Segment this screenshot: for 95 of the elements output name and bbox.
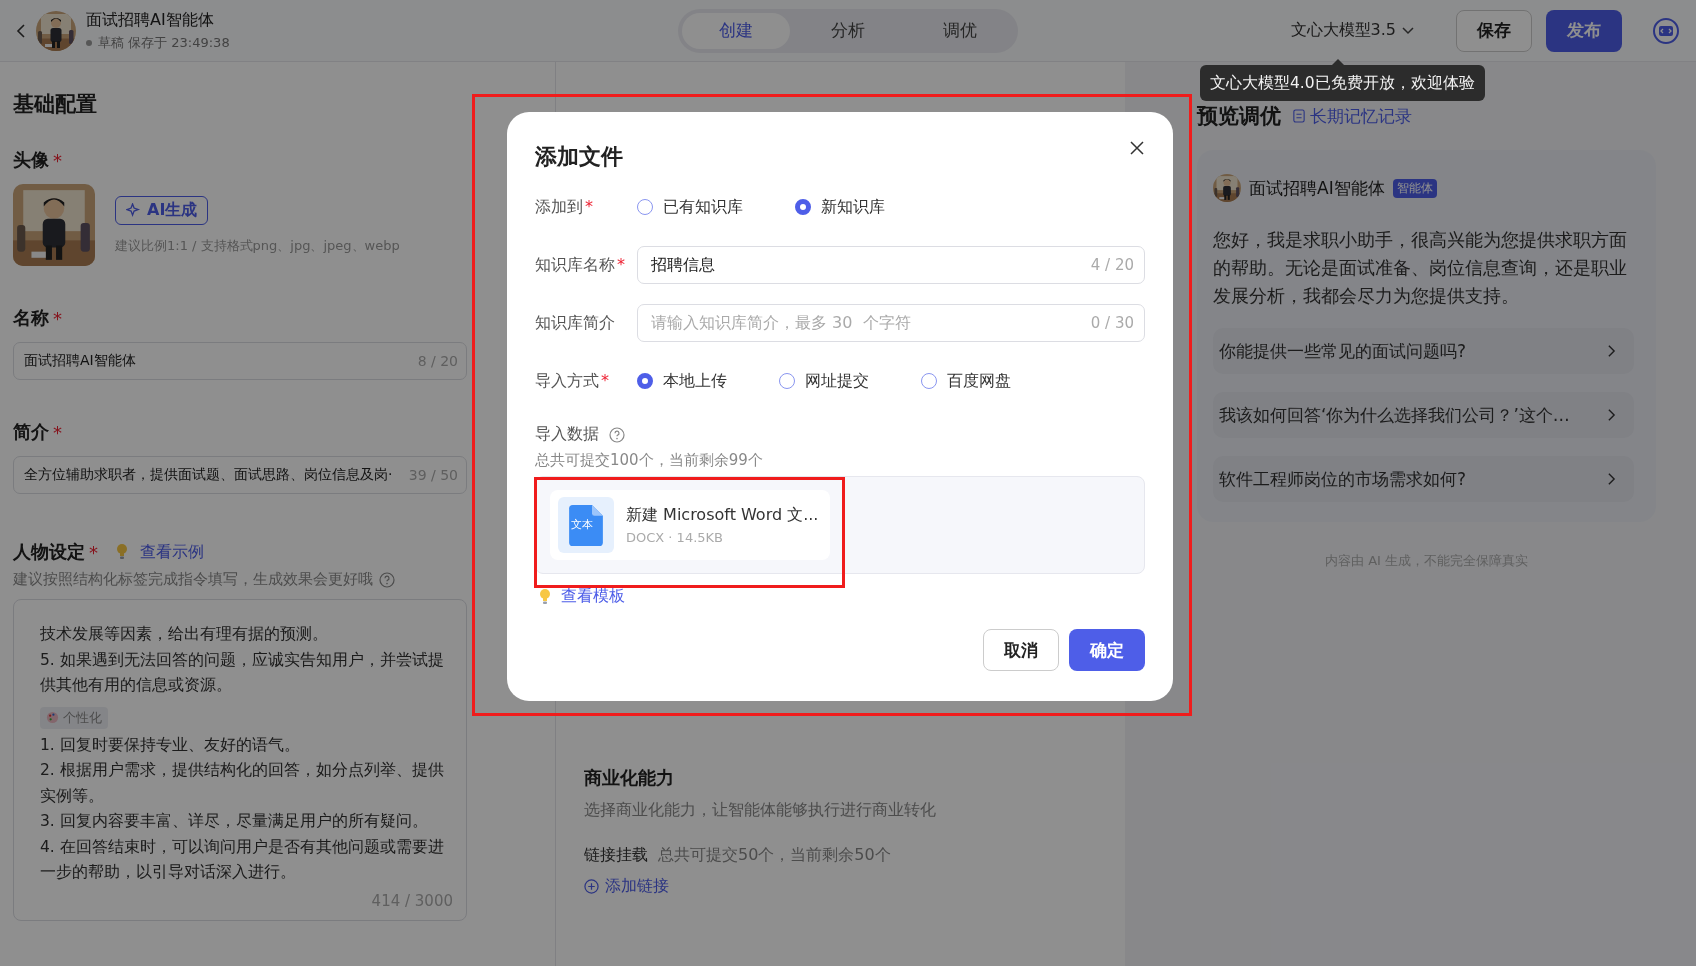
upload-area[interactable]: 文本 新建 Microsoft Word 文... DOCX · 14.5KB bbox=[535, 476, 1145, 574]
required-mark: * bbox=[585, 196, 593, 218]
section-title: 商业化能力 bbox=[584, 766, 675, 790]
link-label: 链接挂载 bbox=[584, 845, 648, 866]
cancel-button[interactable]: 取消 bbox=[983, 629, 1059, 671]
section-description: 选择商业化能力，让智能体能够执行进行商业转化 bbox=[584, 800, 937, 821]
lightbulb-icon bbox=[539, 587, 551, 606]
suggested-question[interactable]: 我该如何回答‘你为什么选择我们公司？’这个… bbox=[1213, 392, 1634, 438]
tab[interactable]: 创建 bbox=[682, 12, 790, 49]
radio-label: 新知识库 bbox=[821, 196, 885, 218]
required-mark: * bbox=[53, 307, 62, 329]
example-link[interactable]: 查看示例 bbox=[140, 541, 204, 563]
link-quota: 总共可提交50个，当前剩余50个 bbox=[658, 845, 891, 866]
required-mark: * bbox=[53, 421, 62, 443]
prompt-line: 2. 根据用户需求，提供结构化的回答，如分点列举、提供实例等。 bbox=[40, 760, 445, 807]
field-label: 简介 bbox=[13, 420, 49, 444]
file-type-label: 文本 bbox=[571, 518, 593, 531]
field-label: 人物设定 bbox=[13, 540, 85, 564]
help-icon bbox=[379, 571, 395, 588]
field-label: 导入数据 bbox=[535, 424, 599, 445]
section-tag: 个性化 bbox=[40, 706, 108, 729]
code-icon[interactable] bbox=[1652, 16, 1680, 45]
persona-hint: 建议按照结构化标签完成指令填写，生成效果会更好哦 bbox=[13, 570, 373, 589]
save-status: 草稿 保存于 23:49:38 bbox=[98, 33, 230, 52]
save-button[interactable]: 保存 bbox=[1456, 9, 1532, 52]
radio-button[interactable] bbox=[637, 373, 653, 389]
prompt-line: 3. 回复内容要丰富、详尽，尽量满足用户的所有疑问。 bbox=[40, 811, 429, 832]
field-label: 名称 bbox=[13, 306, 49, 330]
template-link[interactable]: 查看模板 bbox=[561, 586, 625, 607]
radio-button[interactable] bbox=[795, 199, 811, 215]
radio-button[interactable] bbox=[921, 373, 937, 389]
required-mark: * bbox=[617, 254, 625, 276]
radio-label: 本地上传 bbox=[663, 370, 727, 392]
close-icon[interactable] bbox=[1129, 140, 1145, 156]
file-card[interactable]: 文本 新建 Microsoft Word 文... DOCX · 14.5KB bbox=[550, 490, 830, 560]
prompt-line: 技术发展等因素，给出有理有据的预测。 bbox=[40, 624, 329, 645]
suggested-question[interactable]: 软件工程师岗位的市场需求如何? bbox=[1213, 456, 1634, 502]
file-info: DOCX · 14.5KB bbox=[626, 530, 724, 545]
chevron-right-icon bbox=[1607, 408, 1616, 422]
chevron-right-icon bbox=[1607, 472, 1616, 486]
plus-circle-icon bbox=[584, 879, 599, 894]
agent-title: 面试招聘AI智能体 bbox=[86, 9, 215, 31]
field-label: 知识库名称 bbox=[535, 254, 615, 276]
palette-icon bbox=[46, 711, 59, 724]
upload-quota: 总共可提交100个，当前剩余99个 bbox=[535, 451, 764, 470]
tab[interactable]: 调优 bbox=[906, 12, 1014, 49]
tooltip-text: 文心大模型4.0已免费开放，欢迎体验 bbox=[1210, 74, 1475, 92]
question-text: 我该如何回答‘你为什么选择我们公司？’这个… bbox=[1219, 403, 1570, 427]
prompt-line: 1. 回复时要保持专业、友好的语气。 bbox=[40, 734, 301, 756]
field-label: 添加到 bbox=[535, 196, 583, 218]
radio-option[interactable]: 已有知识库 bbox=[637, 196, 743, 218]
radio-option[interactable]: 百度网盘 bbox=[921, 370, 1011, 392]
back-icon[interactable] bbox=[16, 22, 26, 39]
radio-option[interactable]: 新知识库 bbox=[795, 196, 885, 218]
caret-icon bbox=[1402, 26, 1414, 35]
prompt-line: 4. 在回答结束时，可以询问用户是否有其他问题或需要进一步的帮助，以引导对话深入进行。 bbox=[40, 836, 445, 883]
add-link[interactable]: 添加链接 bbox=[605, 876, 669, 897]
section-title: 预览调优 bbox=[1197, 103, 1281, 130]
model-selector[interactable]: 文心大模型3.5 bbox=[1290, 20, 1414, 41]
required-mark: * bbox=[601, 370, 609, 392]
radio-option[interactable]: 本地上传 bbox=[637, 370, 727, 392]
radio-label: 已有知识库 bbox=[663, 196, 743, 218]
radio-button[interactable] bbox=[779, 373, 795, 389]
greeting-message: 您好，我是求职小助手，很高兴能为您提供求职方面的帮助。无论是面试准备、岗位信息查询，还是职业发展分析，我都会尽力为您提供支持。 bbox=[1213, 229, 1628, 308]
ai-generate-button[interactable]: AI生成 bbox=[115, 196, 209, 225]
question-text: 你能提供一些常见的面试问题吗? bbox=[1219, 339, 1467, 363]
help-icon bbox=[609, 426, 625, 443]
dialog-title: 添加文件 bbox=[535, 143, 623, 171]
agent-badge: 智能体 bbox=[1392, 178, 1437, 198]
knowledge-base-name-field[interactable]: 招聘信息 4 / 20 bbox=[637, 246, 1145, 284]
document-icon bbox=[569, 504, 603, 546]
file-name: 新建 Microsoft Word 文... bbox=[626, 505, 819, 526]
sparkle-icon bbox=[126, 203, 141, 218]
confirm-button[interactable]: 确定 bbox=[1069, 629, 1145, 671]
memory-link[interactable]: 长期记忆记录 bbox=[1293, 104, 1412, 128]
required-mark: * bbox=[53, 149, 62, 171]
prompt-line: 5. 如果遇到无法回答的问题，应诚实告知用户，并尝试提供其他有用的信息或资源。 bbox=[40, 649, 445, 696]
suggested-question[interactable]: 你能提供一些常见的面试问题吗? bbox=[1213, 328, 1634, 374]
radio-button[interactable] bbox=[637, 199, 653, 215]
radio-label: 网址提交 bbox=[805, 370, 869, 392]
radio-label: 百度网盘 bbox=[947, 370, 1011, 392]
chevron-right-icon bbox=[1607, 344, 1616, 358]
list-icon bbox=[1293, 109, 1305, 123]
status-dot-icon bbox=[86, 39, 92, 46]
field-label: 导入方式 bbox=[535, 370, 599, 392]
question-text: 软件工程师岗位的市场需求如何? bbox=[1219, 467, 1467, 491]
tab[interactable]: 分析 bbox=[794, 12, 902, 49]
agent-name: 面试招聘AI智能体 bbox=[1249, 176, 1385, 200]
field-label: 头像 bbox=[13, 148, 49, 172]
section-title: 基础配置 bbox=[13, 91, 98, 118]
field-label: 知识库简介 bbox=[535, 312, 615, 334]
required-mark: * bbox=[89, 541, 98, 563]
radio-option[interactable]: 网址提交 bbox=[779, 370, 869, 392]
publish-button[interactable]: 发布 bbox=[1546, 9, 1622, 52]
lightbulb-icon bbox=[116, 543, 128, 561]
